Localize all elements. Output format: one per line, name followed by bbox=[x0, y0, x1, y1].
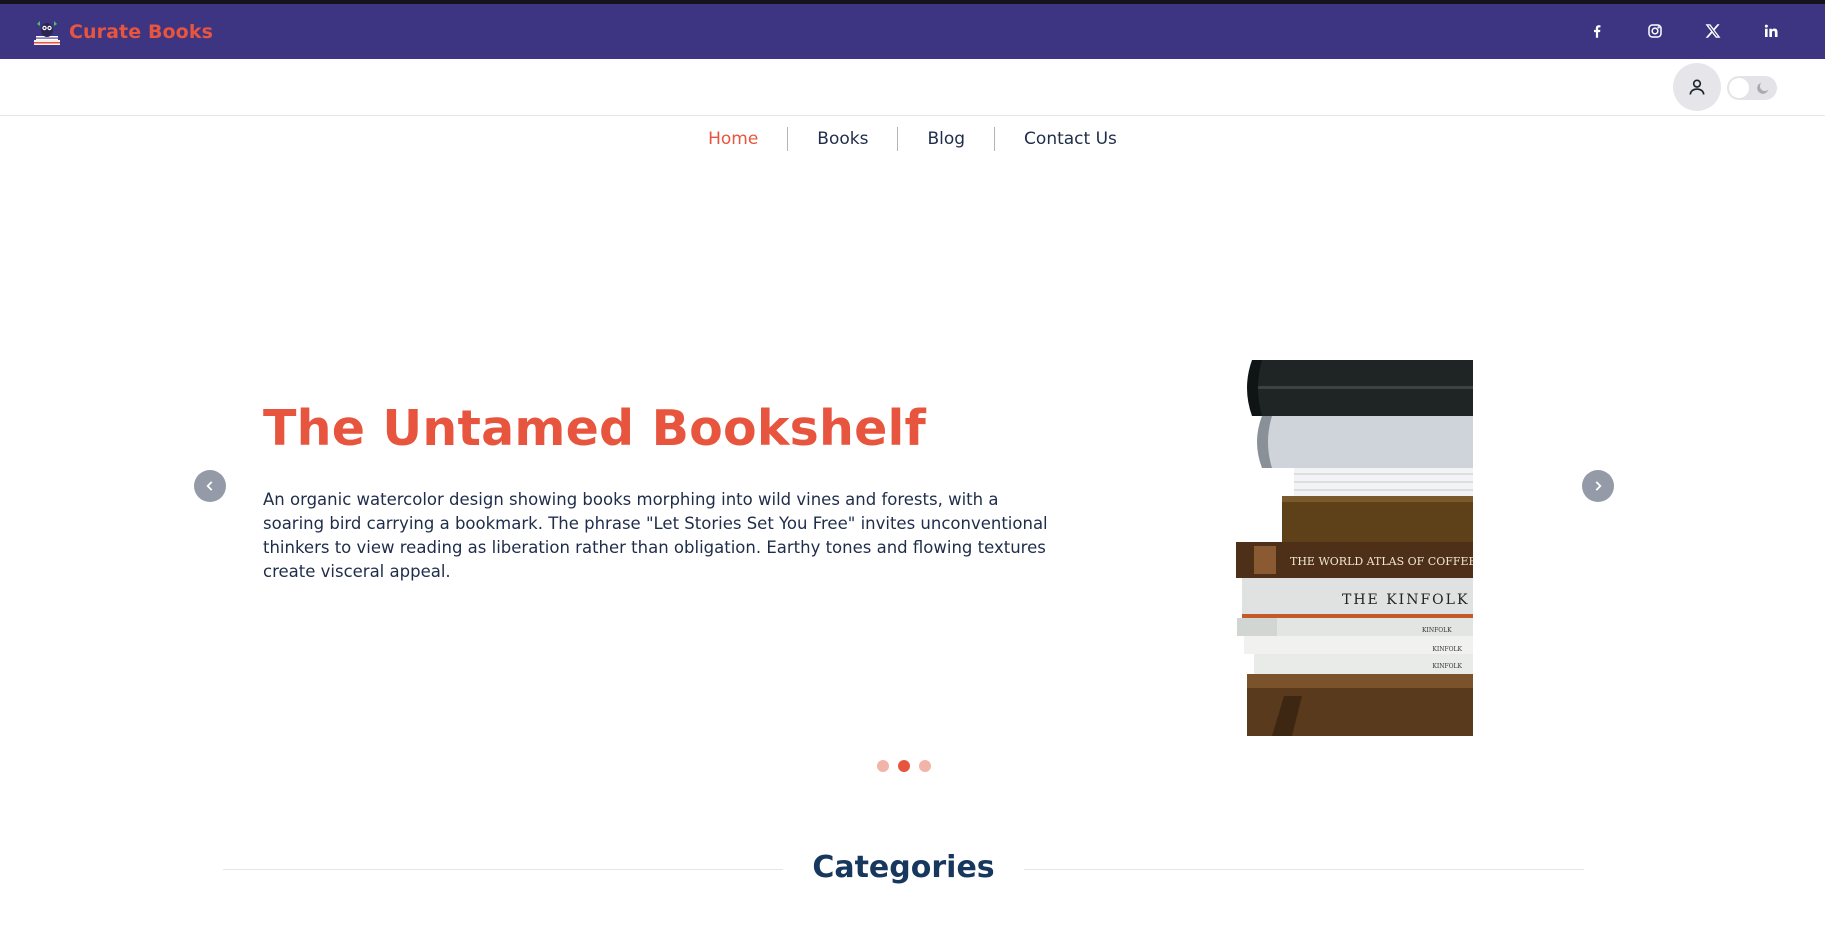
carousel-indicators bbox=[877, 760, 931, 772]
social-links bbox=[1588, 22, 1780, 40]
hero-image-spine-0: THE WORLD ATLAS OF COFFEE bbox=[1290, 555, 1473, 568]
carousel-next-button[interactable] bbox=[1582, 470, 1614, 502]
theme-toggle[interactable] bbox=[1727, 76, 1777, 100]
hero-book-stack-image: KINFOLK KINFOLK KINFOLK THE KINFOLK THE … bbox=[1236, 360, 1473, 736]
categories-heading: Categories bbox=[812, 850, 995, 885]
instagram-icon[interactable] bbox=[1646, 22, 1664, 40]
linkedin-icon[interactable] bbox=[1762, 22, 1780, 40]
hero-description: An organic watercolor design showing boo… bbox=[263, 490, 1048, 581]
nav-contact-us[interactable]: Contact Us bbox=[995, 128, 1146, 150]
facebook-icon[interactable] bbox=[1588, 22, 1606, 40]
brand-name: Curate Books bbox=[69, 21, 213, 43]
nav-books[interactable]: Books bbox=[788, 128, 897, 150]
user-icon bbox=[1689, 79, 1705, 95]
nav-blog[interactable]: Blog bbox=[898, 128, 994, 150]
brand[interactable]: Curate Books bbox=[31, 16, 213, 48]
hero-image-spine-3: KINFOLK bbox=[1432, 646, 1462, 653]
chevron-left-icon bbox=[206, 481, 213, 491]
user-account-button[interactable] bbox=[1673, 63, 1721, 111]
carousel-dot-3[interactable] bbox=[919, 760, 931, 772]
x-twitter-icon[interactable] bbox=[1704, 22, 1722, 40]
section-divider-right bbox=[1024, 869, 1584, 870]
moon-icon bbox=[1757, 82, 1769, 94]
hero-image-spine-4: KINFOLK bbox=[1432, 663, 1462, 670]
user-bar bbox=[0, 59, 1825, 116]
chevron-right-icon bbox=[1595, 481, 1602, 491]
carousel-prev-button[interactable] bbox=[194, 470, 226, 502]
carousel-dot-2[interactable] bbox=[898, 760, 910, 772]
toggle-knob bbox=[1729, 78, 1749, 98]
bookworm-logo-icon bbox=[34, 21, 60, 45]
hero-image-spine-2: KINFOLK bbox=[1422, 627, 1452, 634]
nav-home[interactable]: Home bbox=[679, 128, 787, 150]
hero-title: The Untamed Bookshelf bbox=[263, 400, 927, 457]
hero-image-spine-1: THE KINFOLK bbox=[1342, 592, 1469, 608]
carousel-dot-1[interactable] bbox=[877, 760, 889, 772]
main-nav: Home Books Blog Contact Us bbox=[0, 116, 1825, 162]
top-bar: Curate Books bbox=[0, 0, 1825, 59]
